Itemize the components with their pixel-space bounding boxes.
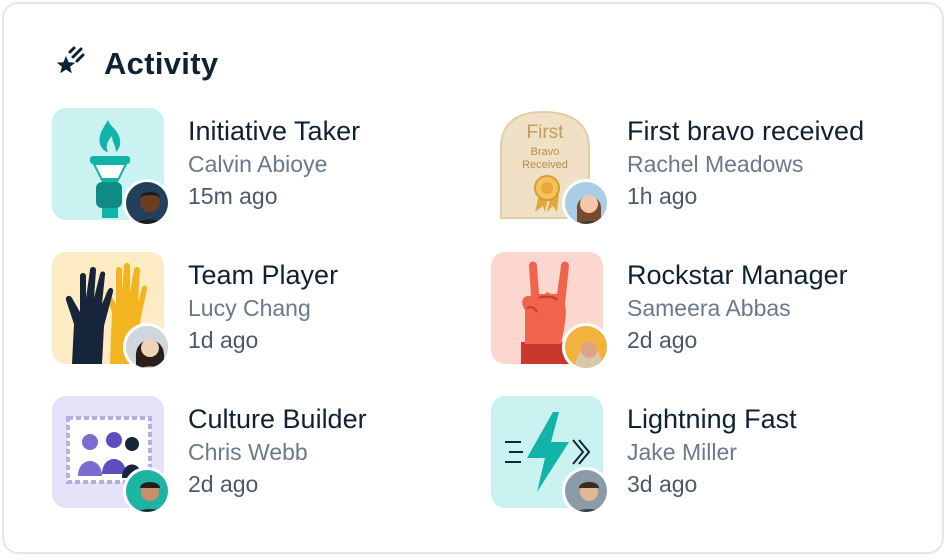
activity-item-time: 2d ago	[188, 471, 259, 497]
plaque-line-1: First	[527, 122, 565, 143]
avatar	[562, 323, 610, 371]
activity-item-title: Initiative Taker	[188, 116, 361, 146]
activity-item-title: Culture Builder	[188, 404, 367, 434]
plaque-line-3: Received	[522, 159, 568, 171]
avatar	[562, 179, 610, 227]
activity-item-person: Calvin Abioye	[188, 151, 328, 177]
avatar	[123, 467, 171, 515]
activity-text: Team Player Lucy Chang 1d ago	[188, 258, 338, 356]
activity-item-time: 1d ago	[188, 327, 259, 353]
activity-header: Activity	[54, 46, 218, 82]
activity-item-lightning-fast[interactable]: Lightning Fast Jake Miller 3d ago	[491, 396, 911, 515]
activity-text: Lightning Fast Jake Miller 3d ago	[627, 402, 797, 500]
shooting-star-icon	[56, 46, 85, 74]
activity-card: Activity Initiative Taker Calvin Abioye	[2, 2, 944, 554]
activity-item-person: Chris Webb	[188, 439, 308, 465]
activity-text: Initiative Taker Calvin Abioye 15m ago	[188, 114, 360, 212]
activity-item-title: First bravo received	[627, 116, 865, 146]
activity-item-person: Lucy Chang	[188, 295, 311, 321]
avatar	[123, 323, 171, 371]
activity-item-time: 1h ago	[627, 183, 698, 209]
avatar	[562, 467, 610, 515]
activity-item-rockstar-manager[interactable]: Rockstar Manager Sameera Abbas 2d ago	[491, 252, 911, 371]
activity-item-time: 2d ago	[627, 327, 698, 353]
activity-text: Culture Builder Chris Webb 2d ago	[188, 402, 367, 500]
plaque-line-2: Bravo	[531, 146, 560, 158]
activity-item-culture-builder[interactable]: Culture Builder Chris Webb 2d ago	[52, 396, 472, 515]
activity-item-time: 15m ago	[188, 183, 278, 209]
activity-item-title: Rockstar Manager	[627, 260, 848, 290]
activity-item-team-player[interactable]: Team Player Lucy Chang 1d ago	[52, 252, 472, 371]
activity-item-person: Sameera Abbas	[627, 295, 791, 321]
activity-item-initiative-taker[interactable]: Initiative Taker Calvin Abioye 15m ago	[52, 108, 472, 227]
activity-item-time: 3d ago	[627, 471, 698, 497]
activity-item-person: Jake Miller	[627, 439, 737, 465]
activity-item-title: Lightning Fast	[627, 404, 797, 434]
activity-item-person: Rachel Meadows	[627, 151, 804, 177]
avatar	[123, 179, 171, 227]
activity-text: Rockstar Manager Sameera Abbas 2d ago	[627, 258, 848, 356]
activity-title: Activity	[104, 46, 219, 81]
activity-item-first-bravo-received[interactable]: First Bravo Received First bravo receive…	[491, 108, 911, 227]
activity-item-title: Team Player	[188, 260, 339, 290]
activity-text: First bravo received Rachel Meadows 1h a…	[627, 114, 864, 212]
